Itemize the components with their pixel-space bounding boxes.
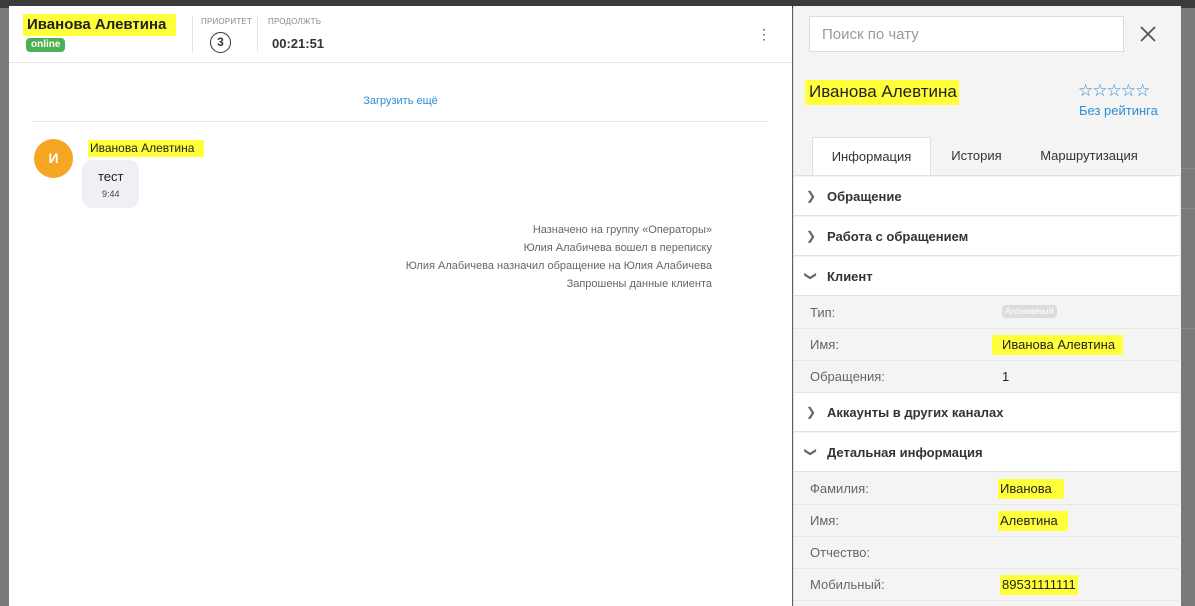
section-work[interactable]: ❯ Работа с обращением [794,217,1179,256]
field-row-surname: Фамилия: Иванова [794,473,1179,505]
chat-header: Иванова Алевтина online Приоритет 3 Прод… [9,6,792,63]
system-event: Юлия Алабичева вошел в переписку [523,242,712,254]
duration-label: Продолжть [268,17,322,26]
client-info-panel: Иванова Алевтина ☆☆☆☆☆ Без рейтинга Инфо… [793,6,1181,606]
header-divider [257,16,258,52]
section-title: Детальная информация [827,445,983,460]
tabs-divider [794,175,1181,176]
online-badge: online [26,38,66,52]
chat-client-name: Иванова Алевтина [23,14,177,36]
background-right-strip [1180,8,1195,606]
section-title: Клиент [827,269,873,284]
chat-panel: Иванова Алевтина online Приоритет 3 Прод… [9,6,792,606]
section-client[interactable]: ❯ Клиент [794,257,1179,296]
field-label: Отчество: [810,545,871,560]
priority-value: 3 [210,32,231,53]
background-left-strip [0,8,9,606]
tab-information[interactable]: Информация [812,137,931,175]
header-divider [192,16,193,52]
message-author: Иванова Алевтина [88,140,205,157]
tab-history[interactable]: История [935,137,1018,175]
duration-timer: 00:21:51 [272,36,325,51]
field-value: 1 [1002,369,1010,384]
client-type-badge: Анонимный [1002,305,1057,318]
chevron-right-icon: ❯ [806,405,817,419]
priority-label: Приоритет [201,17,253,26]
field-row-type: Тип: Анонимный [794,297,1179,329]
field-label: Мобильный: [810,577,885,592]
field-label: Тип: [810,305,836,320]
field-row-name: Имя: Иванова Алевтина [794,329,1179,361]
load-more-link[interactable]: Загрузить ещё [9,95,792,107]
section-appeal[interactable]: ❯ Обращение [794,177,1179,216]
section-accounts[interactable]: ❯ Аккаунты в других каналах [794,393,1179,432]
messages-divider [33,121,768,122]
section-details[interactable]: ❯ Детальная информация [794,433,1179,472]
field-row-patronymic: Отчество: [794,537,1179,569]
chevron-down-icon: ❯ [804,446,819,458]
field-row-firstname: Имя: Алевтина [794,505,1179,537]
info-client-name: Иванова Алевтина [805,80,959,105]
field-value: 89531111111 [1000,575,1078,595]
chevron-right-icon: ❯ [806,229,817,243]
message-time: 9:44 [102,189,120,199]
no-rating-link[interactable]: Без рейтинга [1079,103,1158,118]
field-value: Иванова Алевтина [992,335,1124,355]
field-label: Имя: [810,337,839,352]
chevron-down-icon: ❯ [804,270,819,282]
field-row-appeals: Обращения: 1 [794,361,1179,393]
system-event: Юлия Алабичева назначил обращение на Юли… [405,260,712,272]
field-value: Алевтина [998,511,1068,531]
chat-search-input[interactable] [809,16,1124,52]
section-title: Обращение [827,189,902,204]
field-row-mobile: Мобильный: 89531111111 [794,569,1179,601]
rating-stars-icon[interactable]: ☆☆☆☆☆ [1078,81,1150,101]
tab-routing[interactable]: Маршрутизация [1026,137,1152,175]
system-event: Запрошены данные клиента [566,278,712,290]
chevron-right-icon: ❯ [806,189,817,203]
field-label: Имя: [810,513,839,528]
field-value: Иванова [998,479,1064,499]
system-event: Назначено на группу «Операторы» [532,224,712,236]
close-icon[interactable] [1137,23,1159,45]
field-label: Фамилия: [810,481,869,496]
section-title: Аккаунты в других каналах [827,405,1004,420]
more-menu-icon[interactable]: ⋮ [757,26,771,42]
message-text: тест [98,169,124,184]
avatar: И [34,139,73,178]
section-title: Работа с обращением [827,229,969,244]
message-bubble: тест 9:44 [82,160,139,208]
field-label: Обращения: [810,369,885,384]
